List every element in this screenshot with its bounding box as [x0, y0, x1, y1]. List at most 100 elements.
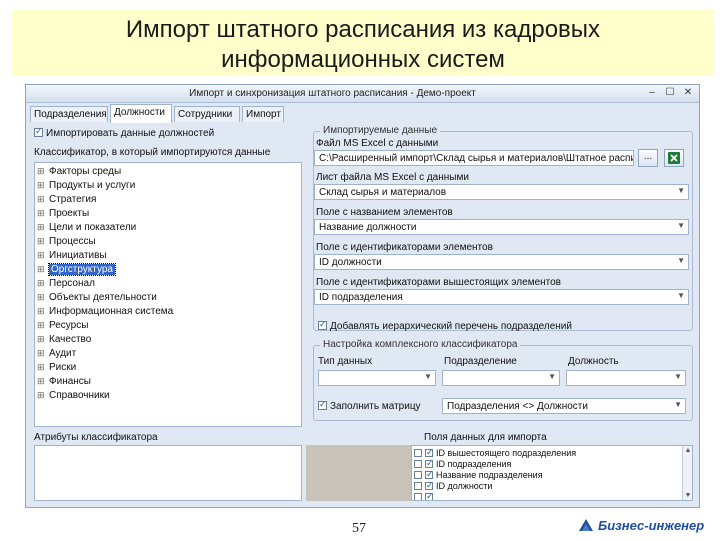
sheet-label: Лист файла MS Excel с данными — [316, 172, 469, 183]
expand-icon[interactable]: ⊞ — [37, 332, 49, 346]
tree-item[interactable]: ⊞ Аудит — [37, 346, 76, 360]
parent-id-field-select[interactable]: ID подразделения ▼ — [314, 289, 689, 305]
matrix-select[interactable]: Подразделения <> Должности ▼ — [442, 398, 686, 414]
minimize-button[interactable]: – — [645, 87, 659, 98]
empty-panel — [306, 445, 411, 501]
import-positions-checkbox[interactable] — [34, 126, 43, 137]
expand-icon[interactable]: ⊞ — [37, 192, 49, 206]
tree-item[interactable]: ⊞ Информационная система — [37, 304, 173, 318]
expand-icon[interactable]: ⊞ — [37, 164, 49, 178]
excel-file-label: Файл MS Excel с данными — [316, 138, 439, 149]
window-title: Импорт и синхронизация штатного расписан… — [189, 88, 476, 99]
tree-item[interactable]: ⊞ Риски — [37, 360, 76, 374]
scrollbar[interactable]: ▲ ▼ — [682, 446, 692, 500]
expand-icon[interactable]: ⊞ — [37, 346, 49, 360]
field-enabled-checkbox[interactable] — [425, 447, 434, 457]
add-hierarchy-checkbox[interactable] — [318, 319, 327, 330]
expand-icon[interactable]: ⊞ — [37, 234, 49, 248]
tree-item[interactable]: ⊞ Цели и показатели — [37, 220, 136, 234]
position-select[interactable]: ▼ — [566, 370, 686, 386]
parent-id-field-label: Поле с идентификаторами вышестоящих элем… — [316, 277, 561, 288]
expand-icon[interactable]: ⊞ — [37, 290, 49, 304]
expand-icon[interactable]: ⊞ — [37, 318, 49, 332]
import-dialog: Импорт и синхронизация штатного расписан… — [25, 84, 700, 508]
close-button[interactable]: ✕ — [681, 87, 695, 98]
field-enabled-checkbox[interactable] — [425, 491, 434, 500]
fill-matrix-checkbox[interactable] — [318, 399, 327, 410]
tree-item[interactable]: ⊞ Качество — [37, 332, 91, 346]
department-select[interactable]: ▼ — [442, 370, 560, 386]
field-select-checkbox[interactable] — [414, 471, 422, 479]
field-select-checkbox[interactable] — [414, 449, 422, 457]
expand-icon[interactable]: ⊞ — [37, 206, 49, 220]
classifier-attributes-label: Атрибуты классификатора — [34, 432, 158, 443]
expand-icon[interactable]: ⊞ — [37, 248, 49, 262]
expand-icon[interactable]: ⊞ — [37, 374, 49, 388]
scroll-up-icon[interactable]: ▲ — [683, 447, 692, 454]
excel-file-input[interactable]: C:\Расширенный импорт\Склад сырья и мате… — [314, 150, 634, 166]
tree-item[interactable]: ⊞ Стратегия — [37, 192, 96, 206]
chevron-down-icon: ▼ — [677, 186, 685, 195]
tree-item-selected[interactable]: ⊞ Оргструктура — [37, 262, 116, 276]
field-select-checkbox[interactable] — [414, 460, 422, 468]
tree-item[interactable]: ⊞ Персонал — [37, 276, 95, 290]
classifier-attributes-list[interactable] — [34, 445, 302, 501]
expand-icon[interactable]: ⊞ — [37, 220, 49, 234]
id-field-select[interactable]: ID должности ▼ — [314, 254, 689, 270]
chevron-down-icon: ▼ — [677, 291, 685, 300]
field-select-checkbox[interactable] — [414, 482, 422, 490]
list-item[interactable] — [414, 491, 436, 500]
brand: Бизнес-инженер — [578, 517, 704, 539]
field-enabled-checkbox[interactable] — [425, 469, 434, 479]
fill-matrix-option[interactable]: Заполнить матрицу — [318, 399, 421, 412]
tree-item[interactable]: ⊞ Ресурсы — [37, 318, 88, 332]
chevron-down-icon: ▼ — [677, 256, 685, 265]
maximize-button[interactable]: ☐ — [663, 87, 677, 98]
import-fields-list[interactable]: ID вышестоящего подразделения ID подразд… — [411, 445, 693, 501]
name-field-label: Поле с названием элементов — [316, 207, 453, 218]
expand-icon[interactable]: ⊞ — [37, 304, 49, 318]
tab-employees[interactable]: Сотрудники — [174, 106, 240, 122]
data-type-select[interactable]: ▼ — [318, 370, 436, 386]
list-item[interactable]: ID вышестоящего подразделения — [414, 447, 576, 458]
field-enabled-checkbox[interactable] — [425, 480, 434, 490]
list-item[interactable]: ID подразделения — [414, 458, 511, 469]
expand-icon[interactable]: ⊞ — [37, 178, 49, 192]
id-field-label: Поле с идентификаторами элементов — [316, 242, 493, 253]
field-select-checkbox[interactable] — [414, 493, 422, 500]
department-label: Подразделение — [444, 356, 517, 367]
tree-item[interactable]: ⊞ Процессы — [37, 234, 96, 248]
brand-name: Бизнес-инженер — [598, 518, 705, 533]
import-positions-option[interactable]: Импортировать данные должностей — [34, 126, 214, 139]
tree-item[interactable]: ⊞ Факторы среды — [37, 164, 121, 178]
slide-title-line1: Импорт штатного расписания из кадровых — [125, 16, 601, 43]
complex-classifier-legend: Настройка комплексного классификатора — [320, 339, 521, 350]
expand-icon[interactable]: ⊞ — [37, 360, 49, 374]
name-field-select[interactable]: Название должности ▼ — [314, 219, 689, 235]
browse-button[interactable]: ... — [638, 149, 658, 167]
classifier-tree[interactable]: ⊞ Факторы среды ⊞ Продукты и услуги ⊞ Страт… — [34, 162, 302, 427]
expand-icon[interactable]: ⊞ — [37, 388, 49, 402]
field-enabled-checkbox[interactable] — [425, 458, 434, 468]
expand-icon[interactable]: ⊞ — [37, 262, 49, 276]
expand-icon[interactable]: ⊞ — [37, 276, 49, 290]
tab-import[interactable]: Импорт — [242, 106, 284, 122]
chevron-down-icon: ▼ — [424, 372, 432, 381]
import-fields-label: Поля данных для импорта — [424, 432, 547, 443]
tree-item[interactable]: ⊞ Справочники — [37, 388, 110, 402]
tab-positions[interactable]: Должности — [110, 104, 172, 123]
tree-item[interactable]: ⊞ Продукты и услуги — [37, 178, 135, 192]
sheet-select[interactable]: Склад сырья и материалов ▼ — [314, 184, 689, 200]
add-hierarchy-option[interactable]: Добавлять иерархический перечень подразд… — [318, 319, 572, 332]
tree-item[interactable]: ⊞ Проекты — [37, 206, 89, 220]
scroll-down-icon[interactable]: ▼ — [683, 492, 692, 499]
list-item[interactable]: ID должности — [414, 480, 492, 491]
list-item[interactable]: Название подразделения — [414, 469, 543, 480]
tree-item[interactable]: ⊞ Объекты деятельности — [37, 290, 157, 304]
tree-item[interactable]: ⊞ Финансы — [37, 374, 91, 388]
position-label: Должность — [568, 356, 619, 367]
excel-icon[interactable] — [664, 149, 684, 167]
tree-item[interactable]: ⊞ Инициативы — [37, 248, 107, 262]
classifier-label: Классификатор, в который импортируются д… — [34, 147, 271, 158]
tab-departments[interactable]: Подразделения — [30, 106, 108, 122]
